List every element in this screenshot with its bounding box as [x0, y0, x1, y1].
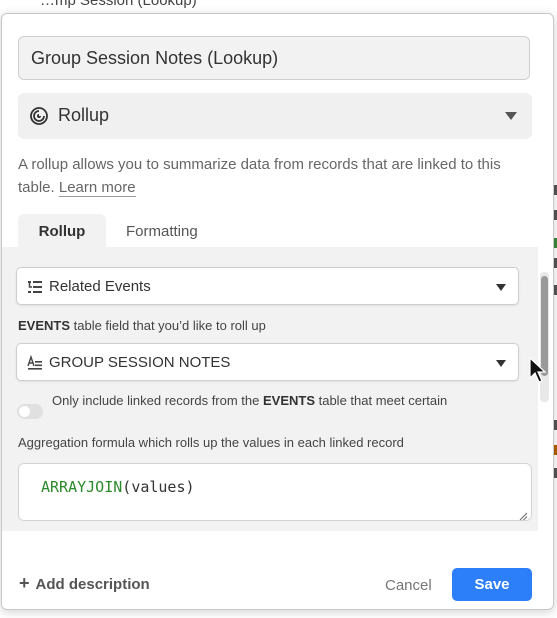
- field-config-dialog: Group Session Notes (Lookup) Rollup A ro…: [1, 13, 554, 610]
- rollup-field-value: GROUP SESSION NOTES: [49, 354, 231, 371]
- tab-rollup[interactable]: Rollup: [18, 214, 106, 248]
- linked-record-icon: [27, 279, 43, 295]
- aggregation-label: Aggregation formula which rolls up the v…: [18, 435, 404, 450]
- learn-more-link[interactable]: Learn more: [58, 179, 136, 197]
- formula-function: ARRAYJOIN: [41, 478, 123, 496]
- field-type-select[interactable]: Rollup: [18, 93, 532, 139]
- linked-field-value: Related Events: [49, 278, 151, 295]
- formula-argument: values: [131, 478, 186, 496]
- add-description-button[interactable]: + Add description: [19, 573, 150, 594]
- background-bottom: [0, 609, 557, 618]
- dialog-footer: + Add description Cancel Save: [2, 546, 553, 608]
- linked-field-select[interactable]: Related Events: [16, 267, 519, 305]
- toggle-knob: [19, 406, 30, 417]
- plus-icon: +: [19, 573, 30, 593]
- chevron-down-icon: [505, 112, 517, 120]
- background-text: …mp Session (Lookup): [40, 0, 197, 9]
- field-type-label: Rollup: [58, 105, 110, 125]
- rollup-field-label: EVENTS table field that you’d like to ro…: [18, 318, 266, 333]
- rollup-spiral-icon: [29, 106, 49, 126]
- resize-handle-icon[interactable]: [518, 507, 528, 521]
- save-button[interactable]: Save: [452, 568, 532, 601]
- cancel-button[interactable]: Cancel: [385, 577, 432, 594]
- tab-formatting[interactable]: Formatting: [126, 214, 226, 248]
- mouse-cursor-icon: [529, 356, 547, 388]
- conditions-label: Only include linked records from the EVE…: [52, 393, 448, 408]
- field-name-input[interactable]: Group Session Notes (Lookup): [18, 36, 530, 80]
- rollup-field-select[interactable]: GROUP SESSION NOTES: [16, 343, 519, 381]
- formula-editor[interactable]: ARRAYJOIN(values): [18, 463, 532, 521]
- background-page: …mp Session (Lookup): [0, 0, 557, 14]
- chevron-down-icon: [496, 284, 506, 291]
- field-type-description: A rollup allows you to summarize data fr…: [18, 153, 528, 199]
- rollup-settings-panel: Related Events EVENTS table field that y…: [2, 247, 538, 531]
- long-text-icon: [27, 354, 43, 371]
- conditions-toggle[interactable]: [17, 404, 43, 419]
- chevron-down-icon: [496, 360, 506, 367]
